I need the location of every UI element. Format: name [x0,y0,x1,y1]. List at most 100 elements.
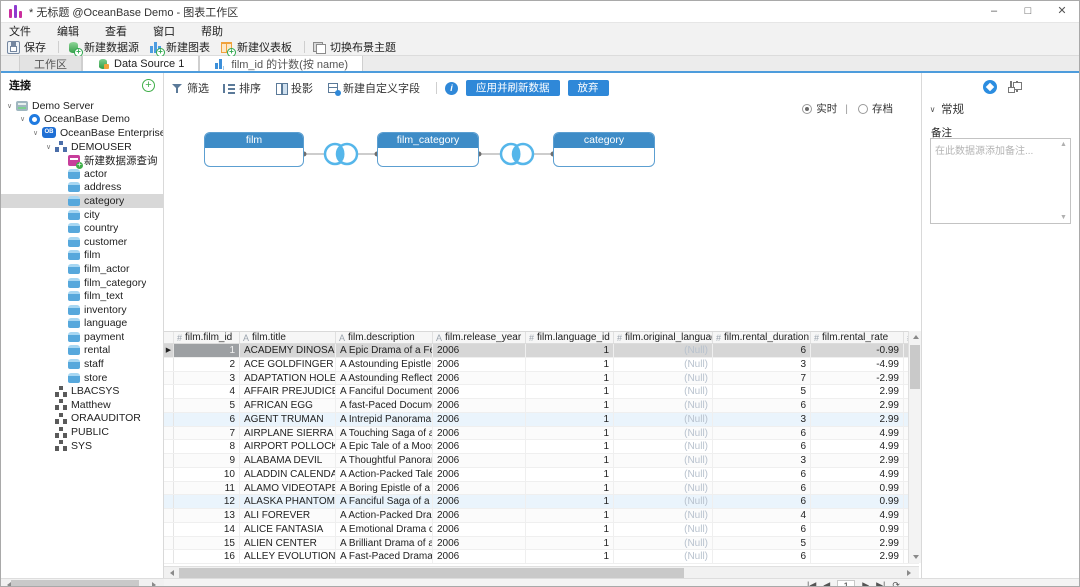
tree-item-oceanbase-enterprise-product[interactable]: ∨ OceanBase Enterprise Product [1,126,163,140]
cell: ALABAMA DEVIL [240,454,336,467]
toolbar-button-label: 切换布景主题 [330,42,396,54]
tree-item-film[interactable]: film [1,249,163,263]
column-header-film.language_id[interactable]: # film.language_id [526,332,614,343]
table-row[interactable]: 6AGENT TRUMANA Intrepid Panorama of a F2… [164,412,919,427]
chevron-down-icon[interactable]: ∨ [5,102,14,110]
properties-cube-icon[interactable] [983,80,997,94]
page-number-input[interactable]: 1 [837,580,856,586]
menu-item[interactable]: 帮助 [201,23,237,39]
table-node-category[interactable]: category [553,132,655,167]
tab-chart[interactable]: film_id 的计数(按 name) [199,56,364,71]
general-section-header[interactable]: ∨ 常规 [928,101,964,117]
table-row[interactable]: 2ACE GOLDFINGERA Astounding Epistle of a… [164,357,919,372]
tree-item-language[interactable]: language [1,317,163,331]
tree-item-store[interactable]: store [1,371,163,385]
cell: 2006 [433,412,526,426]
scrollbar-thumb[interactable] [910,345,920,389]
tree-item-payment[interactable]: payment [1,330,163,344]
table-row[interactable]: 7AIRPLANE SIERRAA Touching Saga of a Hun… [164,426,919,441]
table-node-film[interactable]: film [204,132,304,167]
tree-item-inventory[interactable]: inventory [1,303,163,317]
scroll-down-icon[interactable]: ▼ [1060,214,1067,221]
table-row[interactable]: 11ALAMO VIDEOTAPEA Boring Epistle of a B… [164,481,919,496]
table-row[interactable]: 15ALIEN CENTERA Brilliant Drama of a Cat… [164,536,919,551]
tree-item-demo-server[interactable]: ∨ Demo Server [1,99,163,113]
table-node-film-category[interactable]: film_category [377,132,479,167]
tree-item-film_actor[interactable]: film_actor [1,262,163,276]
settings-sliders-icon[interactable] [1007,80,1020,93]
table-row[interactable]: 14ALICE FANTASIAA Emotional Drama of a A… [164,522,919,537]
last-page-icon[interactable]: ▶| [876,580,885,586]
close-button[interactable]: ✕ [1045,1,1079,23]
column-header-film.rental_rate[interactable]: # film.rental_rate [811,332,904,343]
add-connection-button[interactable]: + [142,78,155,92]
tree-item-city[interactable]: city [1,208,163,222]
toolbar-new-datasource-button[interactable]: 新建数据源 [67,39,139,57]
tree-item-oceanbase-demo[interactable]: ∨ OceanBase Demo [1,113,163,127]
toolbar-save-button[interactable]: 保存 [7,39,46,55]
chevron-down-icon[interactable]: ∨ [31,129,40,137]
first-page-icon[interactable]: |◀ [807,580,816,586]
column-header-film.film_id[interactable]: # film.film_id [174,332,240,343]
next-page-icon[interactable]: ▶ [862,580,869,586]
table-row[interactable]: ▶1ACADEMY DINOSAURA Epic Drama of a Femi… [164,344,919,358]
cell: (Null) [614,385,713,398]
chart-icon [214,58,226,70]
menu-item[interactable]: 窗口 [153,23,189,39]
tree-item-country[interactable]: country [1,221,163,235]
table-row[interactable]: 8AIRPORT POLLOCKA Epic Tale of a Moose A… [164,440,919,454]
table-row[interactable]: 4AFFAIR PREJUDICEA Fanciful Documentary … [164,385,919,399]
scroll-right-icon[interactable] [148,579,160,586]
table-row[interactable]: 13ALI FOREVERA Action-Packed Drama of200… [164,509,919,523]
grid-vertical-scrollbar[interactable] [908,331,922,563]
table-row[interactable]: 10ALADDIN CALENDAR IIA Action-Packed Tal… [164,467,919,482]
tree-item-film_category[interactable]: film_category [1,276,163,290]
tree-item-demouser[interactable]: ∨ DEMOUSER [1,140,163,154]
tree-item-actor[interactable]: actor [1,167,163,181]
maximize-button[interactable]: □ [1011,1,1045,23]
scrollbar-thumb[interactable] [11,580,139,586]
column-header-film.release_year[interactable]: Afilm.release_year [433,332,526,343]
toolbar-new-dashboard-button[interactable]: 新建仪表板 [220,39,292,57]
toolbar-switch-theme-button[interactable]: 切换布景主题 [313,39,396,55]
tree-item-matthew[interactable]: Matthew [1,398,163,412]
tree-horizontal-scrollbar[interactable] [1,579,164,586]
scroll-up-icon[interactable]: ▲ [1060,141,1067,148]
tree-item-sys[interactable]: SYS [1,439,163,453]
toolbar-new-chart-button[interactable]: 新建图表 [149,39,210,57]
tree-item-film_text[interactable]: film_text [1,289,163,303]
tree-item-category[interactable]: category [1,194,163,208]
table-row[interactable]: 9ALABAMA DEVILA Thoughtful Panorama of20… [164,454,919,468]
menu-item[interactable]: 编辑 [57,23,93,39]
scrollbar-thumb[interactable] [179,568,684,578]
table-row[interactable]: 12ALASKA PHANTOMA Fanciful Saga of a Hun… [164,495,919,509]
menu-item[interactable]: 文件 [9,23,45,39]
tree-item--[interactable]: 新建数据源查询 [1,153,163,169]
note-textarea[interactable] [930,138,1071,224]
tree-item-staff[interactable]: staff [1,357,163,371]
prev-page-icon[interactable]: ◀ [823,580,830,586]
cell: 3 [713,454,811,467]
minimize-button[interactable]: – [977,1,1011,23]
tree-item-oraauditor[interactable]: ORAAUDITOR [1,412,163,426]
chevron-down-icon[interactable]: ∨ [44,143,53,151]
grid-horizontal-scrollbar[interactable] [164,566,919,578]
tree-item-address[interactable]: address [1,181,163,195]
refresh-icon[interactable]: ⟳ [892,580,900,586]
column-header-film.description[interactable]: Afilm.description [336,332,433,343]
tree-item-rental[interactable]: rental [1,344,163,358]
column-header-film.title[interactable]: Afilm.title [240,332,336,343]
chevron-down-icon[interactable]: ∨ [18,115,27,123]
table-row[interactable]: 16ALLEY EVOLUTIONA Fast-Paced Drama of a… [164,550,919,564]
menu-item[interactable]: 查看 [105,23,141,39]
column-header-film.rental_duration[interactable]: # film.rental_duration [713,332,811,343]
table-row[interactable]: 3ADAPTATION HOLESA Astounding Reflection… [164,371,919,386]
row-marker [164,536,174,550]
tree-item-lbacsys[interactable]: LBACSYS [1,384,163,398]
table-row[interactable]: 5AFRICAN EGGA fast-Paced Documentary2006… [164,399,919,413]
tab-workspace[interactable]: 工作区 [19,56,82,71]
tab-data-source-1[interactable]: Data Source 1 [82,56,200,71]
tree-item-customer[interactable]: customer [1,235,163,249]
column-header-film.original_language_[interactable]: #film.original_language_ [614,332,713,343]
tree-item-public[interactable]: PUBLIC [1,425,163,439]
